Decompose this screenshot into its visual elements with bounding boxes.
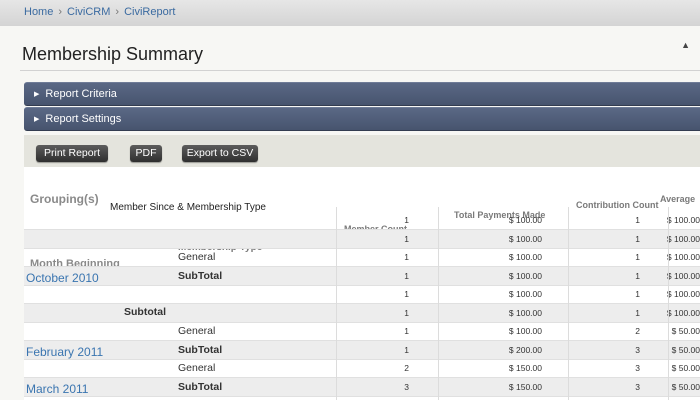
table-row: 1 $ 100.00 1 $ 100.00 (24, 211, 700, 230)
column-divider (668, 207, 669, 400)
table-row: March 2011 SubTotal 3 $ 150.00 3 $ 50.00 (24, 377, 700, 397)
row-subtotal-label: Subtotal (124, 305, 166, 318)
row-contribution-count: 3 (635, 381, 640, 392)
row-member-count: 1 (404, 307, 409, 318)
export-csv-button[interactable]: Export to CSV (182, 145, 258, 162)
row-contribution-count: 1 (635, 252, 640, 262)
row-member-count: 1 (404, 233, 409, 244)
row-month-link[interactable]: October 2010 (26, 271, 99, 285)
row-contribution-count: 1 (635, 307, 640, 318)
table-row: Subtotal 1 $ 100.00 1 $ 100.00 (24, 303, 700, 323)
row-member-count: 1 (404, 344, 409, 355)
column-divider (438, 207, 439, 400)
table-row: October 2010 SubTotal 1 $ 100.00 1 $ 100.00 (24, 266, 700, 286)
report-criteria-label: Report Criteria (45, 88, 117, 100)
row-member-count: 1 (404, 270, 409, 281)
row-total-payments: $ 100.00 (508, 270, 542, 281)
row-member-count: 1 (404, 252, 409, 262)
table-row: General 1 $ 100.00 1 $ 100.00 (24, 248, 700, 267)
breadcrumb-civireport-link[interactable]: CiviReport (124, 6, 175, 18)
table-row: February 2011 SubTotal 1 $ 200.00 3 $ 50.00 (24, 340, 700, 360)
row-total-payments: $ 150.00 (508, 381, 542, 392)
action-button-bar: Print Report PDF Export to CSV (24, 135, 700, 167)
report-settings-accordion[interactable]: ▶ Report Settings (24, 107, 700, 131)
row-total-payments: $ 100.00 (508, 252, 542, 262)
row-month-link[interactable]: March 2011 (26, 382, 88, 396)
table-row: General 2 $ 150.00 3 $ 50.00 (24, 359, 700, 378)
row-membership-type: General (178, 325, 216, 337)
row-contribution-count: 1 (635, 215, 640, 225)
page-content: Membership Summary ▲ ▶ Report Criteria ▶ R… (0, 26, 700, 400)
row-membership-type: SubTotal (178, 343, 223, 356)
row-total-payments: $ 100.00 (508, 215, 542, 225)
row-member-count: 1 (404, 289, 409, 299)
breadcrumb-home-link[interactable]: Home (24, 6, 53, 18)
row-contribution-count: 1 (635, 233, 640, 244)
top-bar: Home › CiviCRM › CiviReport (0, 0, 700, 27)
row-total-payments: $ 100.00 (508, 233, 542, 244)
row-contribution-count: 1 (635, 270, 640, 281)
row-contribution-count: 2 (635, 326, 640, 336)
row-total-payments: $ 150.00 (508, 363, 542, 373)
triangle-right-icon: ▶ (34, 116, 40, 123)
row-member-count: 1 (404, 215, 409, 225)
pdf-button[interactable]: PDF (130, 145, 162, 162)
print-report-button[interactable]: Print Report (36, 145, 108, 162)
row-member-count: 2 (404, 363, 409, 373)
header-contribution-count[interactable]: Contribution Count (576, 200, 658, 210)
table-row: 1 $ 100.00 1 $ 100.00 (24, 229, 700, 249)
report-table: Grouping(s) Member Since & Membership Ty… (24, 167, 700, 400)
triangle-right-icon: ▶ (34, 91, 40, 98)
row-membership-type: SubTotal (178, 380, 223, 393)
row-contribution-count: 1 (635, 289, 640, 299)
row-member-count: 1 (404, 326, 409, 336)
breadcrumb: Home › CiviCRM › CiviReport (24, 6, 175, 18)
table-row: General 1 $ 100.00 2 $ 50.00 (24, 322, 700, 341)
row-membership-type: SubTotal (178, 269, 223, 282)
column-divider (336, 207, 337, 400)
grouping-label: Grouping(s) (30, 192, 99, 206)
table-row: 1 $ 100.00 1 $ 100.00 (24, 285, 700, 304)
report-settings-label: Report Settings (45, 113, 122, 125)
header-average[interactable]: Average (660, 194, 695, 204)
row-membership-type: General (178, 362, 216, 374)
row-total-payments: $ 100.00 (508, 307, 542, 318)
row-contribution-count: 3 (635, 363, 640, 373)
breadcrumb-civicrm-link[interactable]: CiviCRM (67, 6, 110, 18)
row-month-link[interactable]: February 2011 (26, 345, 103, 359)
column-divider (568, 207, 569, 400)
row-membership-type: General (178, 251, 216, 263)
table-row: 3$ 150.0011$ 50.00 (24, 396, 700, 400)
report-criteria-accordion[interactable]: ▶ Report Criteria (24, 82, 700, 106)
breadcrumb-separator: › (58, 6, 63, 18)
row-total-payments: $ 100.00 (508, 326, 542, 336)
row-contribution-count: 3 (635, 344, 640, 355)
chevron-up-icon[interactable]: ▲ (681, 40, 690, 50)
row-total-payments: $ 200.00 (508, 344, 542, 355)
title-divider (20, 70, 700, 71)
breadcrumb-separator: › (115, 6, 120, 18)
row-member-count: 3 (404, 381, 409, 392)
page-title: Membership Summary (22, 44, 204, 64)
row-total-payments: $ 100.00 (508, 289, 542, 299)
